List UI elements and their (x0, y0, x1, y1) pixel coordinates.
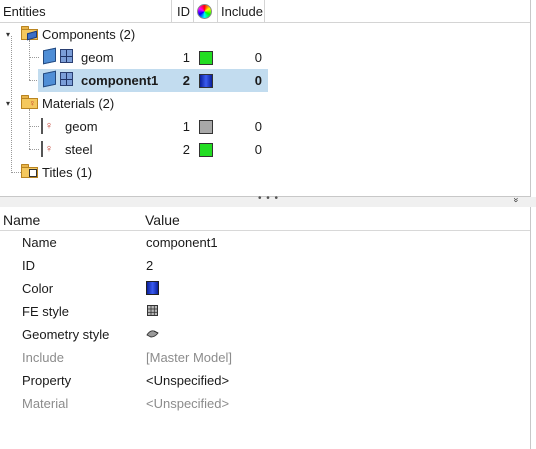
color-swatch[interactable] (146, 281, 159, 295)
id-column-header[interactable]: ID (172, 0, 194, 23)
component-shell-icon (43, 47, 56, 65)
color-column-header[interactable] (194, 0, 218, 23)
property-value: [Master Model] (146, 350, 232, 365)
tree-item-include: 0 (254, 50, 262, 65)
property-name: ID (22, 258, 35, 273)
property-name: Name (22, 235, 57, 250)
collapse-toggle-icon[interactable]: ▾ (6, 99, 15, 108)
color-wheel-icon (197, 4, 212, 19)
tree-row-component-component1[interactable]: component1 2 0 (0, 69, 530, 92)
tree-row-material-geom[interactable]: ♀ geom 1 0 (0, 115, 530, 138)
tree-row-titles-folder[interactable]: Titles (1) (0, 161, 530, 184)
tree-item-label: component1 (81, 73, 159, 88)
property-row-property[interactable]: Property <Unspecified> (0, 369, 530, 392)
folder-icon (21, 26, 38, 41)
material-icon: ♀ (29, 98, 36, 108)
splitter-grip-icon[interactable]: • • • (258, 193, 279, 204)
entities-column-header[interactable]: Entities (0, 0, 172, 23)
material-icon: ♀ (41, 118, 55, 134)
tree-row-materials-folder[interactable]: ▾ ♀ Materials (2) (0, 92, 530, 115)
tree-row-components-folder[interactable]: ▾ Components (2) (0, 23, 530, 46)
color-swatch[interactable] (199, 74, 213, 88)
tree-item-include: 0 (254, 119, 262, 134)
tree-item-label: Titles (1) (42, 165, 93, 180)
name-column-header[interactable]: Name (3, 207, 40, 233)
entity-tree-panel: Entities ID Include ▾ Components (2) geo… (0, 0, 531, 197)
color-swatch[interactable] (199, 51, 213, 65)
tree-item-id: 2 (182, 73, 190, 88)
tree-item-id: 1 (182, 50, 190, 65)
property-row-include: Include [Master Model] (0, 346, 530, 369)
folder-icon: ♀ (21, 95, 38, 109)
entity-properties-panel: Name Value Name component1 ID 2 Color FE… (0, 207, 531, 449)
tree-item-label: geom (81, 50, 114, 65)
tree-item-include: 0 (254, 142, 262, 157)
material-icon: ♀ (41, 141, 55, 157)
color-swatch[interactable] (199, 143, 213, 157)
title-icon (29, 169, 37, 177)
component-mesh-icon (60, 72, 73, 86)
panel-splitter[interactable]: • • • » (0, 193, 536, 207)
property-name: FE style (22, 304, 69, 319)
tree-item-label: Materials (2) (42, 96, 115, 111)
tree-item-include: 0 (254, 73, 262, 88)
property-row-fe-style[interactable]: FE style (0, 300, 530, 323)
tree-item-id: 1 (182, 119, 190, 134)
property-value: <Unspecified> (146, 396, 230, 411)
properties-header: Name Value (0, 207, 530, 231)
property-name: Include (22, 350, 64, 365)
geometry-style-icon[interactable] (146, 327, 159, 340)
include-column-header[interactable]: Include (218, 0, 265, 23)
property-name: Geometry style (22, 327, 110, 342)
property-row-color[interactable]: Color (0, 277, 530, 300)
property-name: Property (22, 373, 72, 388)
property-value[interactable]: component1 (146, 234, 218, 251)
value-column-header[interactable]: Value (145, 207, 180, 233)
tree-row-material-steel[interactable]: ♀ steel 2 0 (0, 138, 530, 161)
collapse-panel-icon[interactable]: » (512, 197, 522, 202)
property-row-name[interactable]: Name component1 (0, 231, 530, 254)
fe-style-icon[interactable] (146, 304, 159, 317)
tree-item-label: geom (65, 119, 98, 134)
tree-row-component-geom[interactable]: geom 1 0 (0, 46, 530, 69)
tree-item-label: Components (2) (42, 27, 136, 42)
property-value[interactable]: 2 (146, 257, 153, 274)
property-name: Color (22, 281, 54, 296)
property-row-geometry-style[interactable]: Geometry style (0, 323, 530, 346)
tree-item-label: steel (65, 142, 93, 157)
collapse-toggle-icon[interactable]: ▾ (6, 30, 15, 39)
tree-header: Entities ID Include (0, 0, 530, 23)
component-mesh-icon (60, 49, 73, 63)
tree-item-id: 2 (182, 142, 190, 157)
color-swatch[interactable] (199, 120, 213, 134)
property-row-id[interactable]: ID 2 (0, 254, 530, 277)
component-shell-icon (43, 70, 56, 88)
folder-icon (21, 164, 38, 178)
property-value[interactable]: <Unspecified> (146, 372, 229, 389)
property-row-material: Material <Unspecified> (0, 392, 530, 415)
property-name: Material (22, 396, 69, 411)
